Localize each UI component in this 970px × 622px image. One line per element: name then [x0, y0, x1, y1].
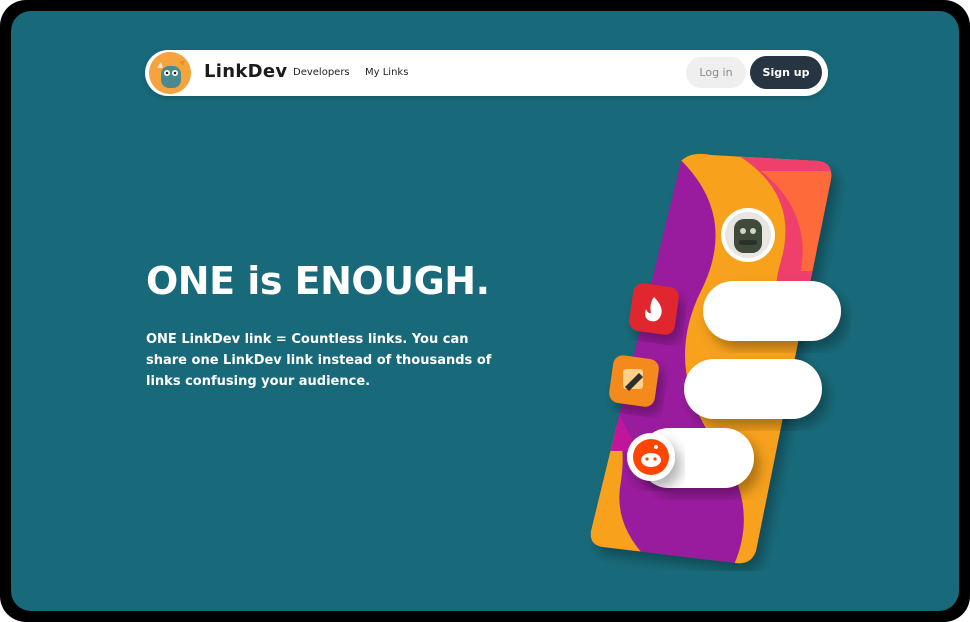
pencil-note-icon: [609, 355, 659, 407]
nav-link-my-links[interactable]: My Links: [365, 67, 408, 78]
nav-link-developers[interactable]: Developers: [293, 67, 350, 78]
login-button[interactable]: Log in: [686, 57, 746, 88]
phone-illustration: [590, 153, 841, 564]
hero-headline: ONE is ENOUGH.: [146, 259, 490, 303]
landing-page: LinkDev Developers My Links Log in Sign …: [11, 11, 959, 611]
tinder-icon: [629, 283, 679, 335]
brand-name[interactable]: LinkDev: [204, 61, 287, 82]
device-frame: LinkDev Developers My Links Log in Sign …: [0, 0, 970, 622]
hero-subtext: ONE LinkDev link = Countless links. You …: [146, 332, 492, 389]
navbar: LinkDev Developers My Links Log in Sign …: [145, 50, 828, 96]
signup-button[interactable]: Sign up: [750, 56, 822, 89]
profile-avatar-icon: [721, 208, 775, 262]
logo-avatar-icon[interactable]: [149, 52, 191, 94]
reddit-icon: [627, 433, 675, 481]
